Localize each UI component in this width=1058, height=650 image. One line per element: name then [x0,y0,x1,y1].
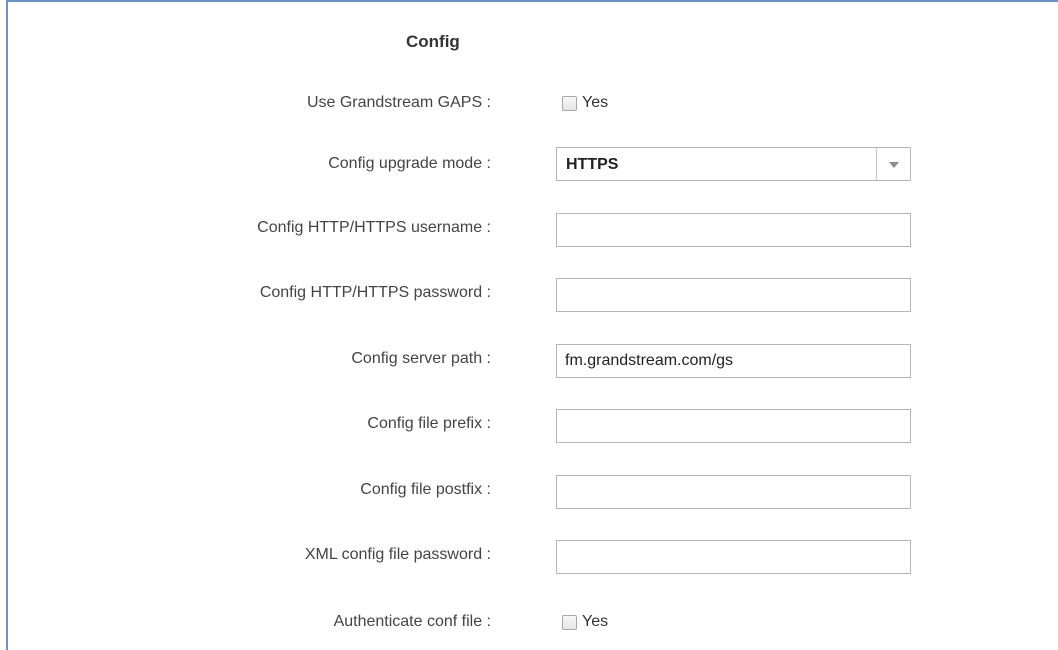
row-http-username: Config HTTP/HTTPS username : [8,211,1058,247]
server-path-label: Config server path : [351,350,491,367]
upgrade-mode-value: HTTPS [566,156,619,173]
file-postfix-label: Config file postfix : [360,481,491,498]
http-username-input[interactable] [556,213,911,247]
http-password-label: Config HTTP/HTTPS password : [259,284,491,301]
upgrade-mode-select[interactable]: HTTPS [556,147,911,181]
http-password-input[interactable] [556,278,911,312]
auth-conf-checkbox[interactable] [562,614,577,630]
auth-conf-checkbox-group[interactable]: Yes [562,613,608,631]
gaps-checkbox[interactable] [562,95,577,111]
http-username-label: Config HTTP/HTTPS username : [257,219,491,236]
gaps-label: Use Grandstream GAPS : [306,94,491,111]
auth-conf-checkbox-label[interactable]: Yes [582,613,608,631]
auth-conf-label: Authenticate conf file : [333,613,491,630]
row-http-password: Config HTTP/HTTPS password : [8,276,1058,312]
row-file-postfix: Config file postfix : [8,473,1058,509]
section-title: Config [406,32,460,51]
caret-down-icon[interactable] [889,162,899,168]
gaps-checkbox-group[interactable]: Yes [562,94,608,112]
row-use-gaps: Use Grandstream GAPS : Yes [8,86,1058,122]
file-prefix-input[interactable] [556,409,911,443]
row-file-prefix: Config file prefix : [8,407,1058,443]
file-prefix-label: Config file prefix : [367,415,491,432]
upgrade-mode-label: Config upgrade mode : [328,155,491,172]
row-server-path: Config server path : [8,342,1058,378]
row-upgrade-mode: Config upgrade mode : HTTPS [8,147,1058,183]
xml-password-label: XML config file password : [304,546,491,563]
row-auth-conf: Authenticate conf file : Yes [8,605,1058,641]
row-xml-password: XML config file password : [8,538,1058,574]
select-divider [876,148,877,180]
xml-password-input[interactable] [556,540,911,574]
config-panel: Config Use Grandstream GAPS : Yes Config… [6,0,1058,650]
server-path-input[interactable] [556,344,911,378]
gaps-checkbox-label[interactable]: Yes [582,94,608,112]
file-postfix-input[interactable] [556,475,911,509]
